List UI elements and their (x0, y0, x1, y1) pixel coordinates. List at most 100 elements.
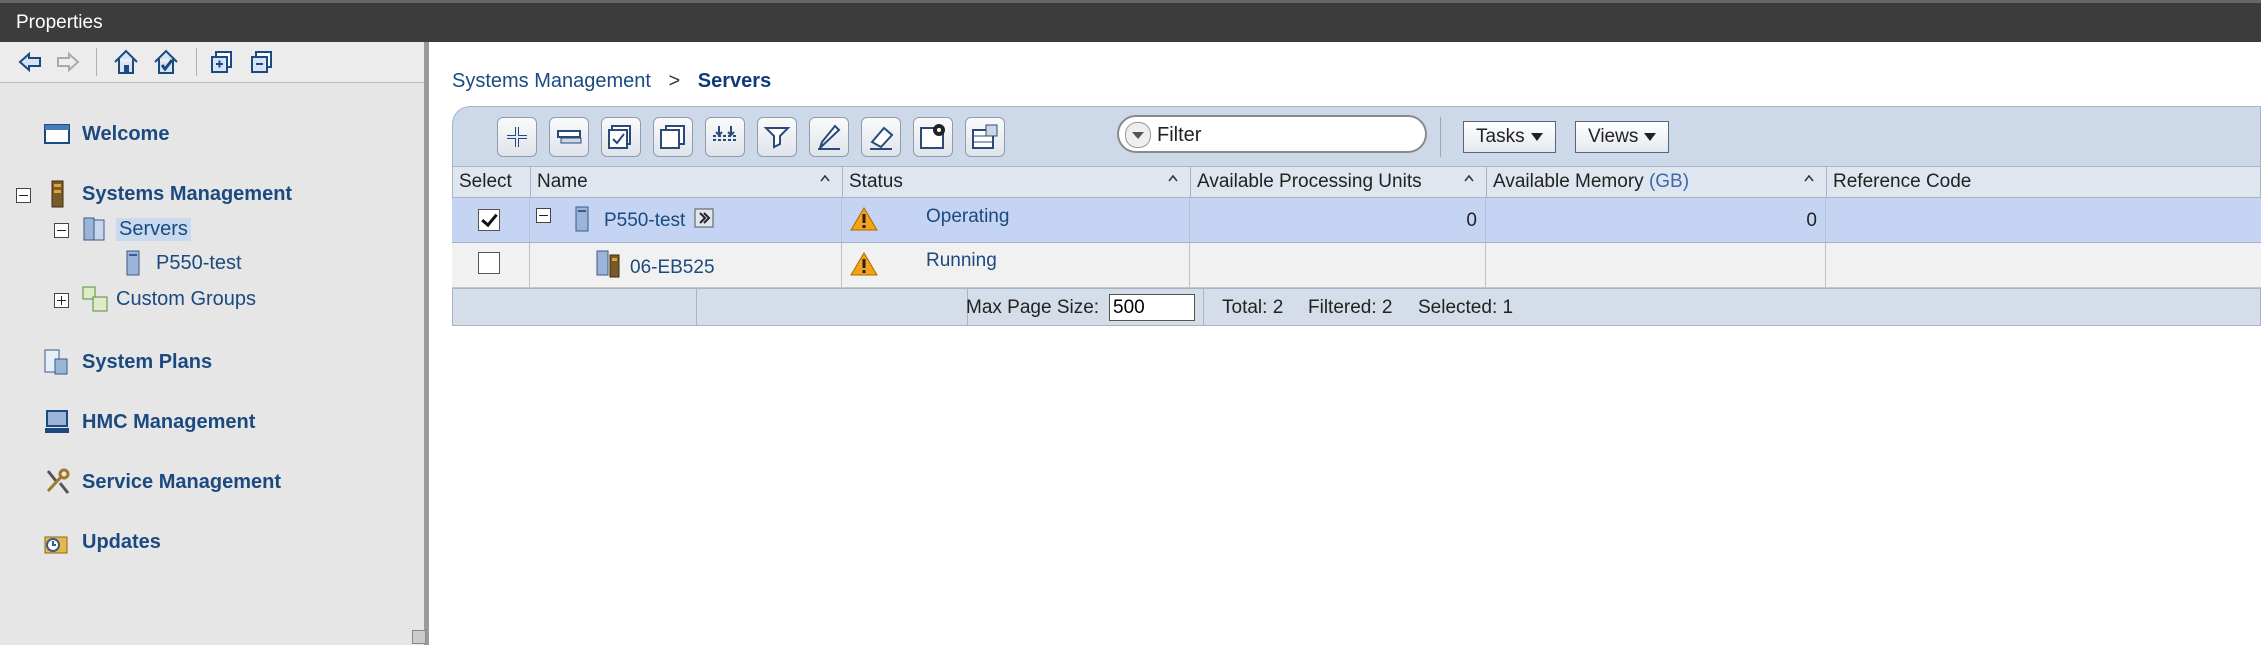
expand-all-icon[interactable] (208, 48, 236, 76)
filtered-count: Filtered: 2 (1308, 297, 1393, 318)
sort-ascending-icon[interactable] (1804, 173, 1814, 183)
column-label: Reference Code (1833, 171, 1972, 192)
nav-item-label: Service Management (82, 470, 281, 493)
sort-ascending-icon[interactable] (820, 173, 830, 183)
nav-item-hmc-management[interactable]: HMC Management (42, 407, 255, 437)
name-cell: 06-EB525 (530, 243, 842, 287)
nav-item-label: Updates (82, 530, 161, 553)
clear-eraser-icon[interactable] (861, 117, 901, 157)
row-select-checkbox[interactable] (478, 252, 500, 274)
sort-ascending-icon[interactable] (1464, 173, 1474, 183)
table-row[interactable]: P550-test Operating 0 0 (452, 198, 2261, 243)
edit-row-icon[interactable] (549, 117, 589, 157)
back-arrow-icon[interactable] (16, 48, 44, 76)
views-menu-button[interactable]: Views (1575, 121, 1670, 153)
status-link[interactable]: Running (926, 250, 997, 272)
breadcrumb-current: Servers (697, 70, 772, 92)
reference-code-cell (1826, 243, 2261, 287)
configure-gear-icon[interactable] (913, 117, 953, 157)
forward-arrow-icon[interactable] (54, 48, 82, 76)
nav-toolbar (0, 42, 424, 83)
custom-groups-icon (82, 286, 108, 312)
column-header-name[interactable]: Name (531, 167, 843, 197)
filter-options-icon[interactable] (1125, 122, 1151, 148)
column-label: Available Processing Units (1197, 171, 1422, 192)
servers-icon (83, 217, 105, 241)
available-memory-cell: 0 (1486, 198, 1826, 242)
main-content: Systems Management > Servers Filter Task… (434, 42, 2261, 645)
context-menu-icon[interactable] (694, 208, 714, 228)
toolbar-separator (1440, 117, 1441, 157)
table-header: Select Name Status Available Processing … (452, 166, 2261, 198)
deselect-all-icon[interactable] (653, 117, 693, 157)
table-row[interactable]: 06-EB525 Running (452, 243, 2261, 288)
table-settings-icon[interactable] (965, 117, 1005, 157)
column-header-reference-code[interactable]: Reference Code (1827, 167, 2261, 197)
nav-item-updates[interactable]: Updates (42, 527, 161, 557)
column-label: Select (459, 171, 512, 192)
column-label: Status (849, 171, 903, 192)
name-cell: P550-test (530, 198, 842, 242)
window-titlebar: Properties (0, 0, 2261, 42)
sort-ascending-icon[interactable] (1168, 173, 1178, 183)
select-all-icon[interactable] (601, 117, 641, 157)
filter-rows-icon[interactable] (757, 117, 797, 157)
server-icon (575, 206, 589, 232)
expand-rows-icon[interactable] (705, 117, 745, 157)
column-header-available-processing-units[interactable]: Available Processing Units (1191, 167, 1487, 197)
nav-item-p550-test[interactable]: P550-test (118, 248, 242, 278)
selected-count: Selected: 1 (1418, 297, 1514, 318)
collapse-all-icon[interactable] (248, 48, 276, 76)
nav-item-label: System Plans (82, 350, 213, 373)
home-icon[interactable] (112, 48, 140, 76)
row-select-checkbox[interactable] (478, 209, 500, 231)
partition-icon (596, 250, 620, 278)
welcome-icon (44, 124, 70, 144)
expand-toggle-icon[interactable] (54, 293, 69, 308)
nav-item-servers[interactable]: Servers (80, 214, 191, 244)
chevron-down-icon (1644, 133, 1657, 141)
column-label: Name (537, 171, 588, 192)
column-header-select[interactable]: Select (453, 167, 531, 197)
breadcrumb: Systems Management > Servers (452, 70, 771, 93)
toolbar-separator (196, 48, 197, 76)
nav-item-welcome[interactable]: Welcome (42, 119, 169, 149)
edit-pencil-icon[interactable] (809, 117, 849, 157)
tasks-menu-button[interactable]: Tasks (1463, 121, 1556, 153)
partition-name-link[interactable]: 06-EB525 (630, 257, 715, 279)
processing-units-value: 0 (1466, 210, 1477, 231)
column-label: Available Memory (1493, 171, 1644, 192)
status-link[interactable]: Operating (926, 206, 1009, 228)
available-processing-units-cell (1190, 243, 1486, 287)
resize-grip[interactable] (412, 630, 426, 644)
memory-value: 0 (1806, 210, 1817, 231)
collapse-toggle-icon[interactable] (54, 223, 69, 238)
nav-item-systems-management[interactable]: Systems Management (42, 179, 292, 209)
breadcrumb-separator: > (668, 70, 681, 92)
reference-code-cell (1826, 198, 2261, 242)
status-cell: Operating (842, 198, 1190, 242)
available-memory-cell (1486, 243, 1826, 287)
views-label: Views (1588, 126, 1639, 147)
home-check-icon[interactable] (152, 48, 180, 76)
collapse-toggle-icon[interactable] (16, 188, 31, 203)
server-name-link[interactable]: P550-test (604, 210, 685, 232)
warning-icon (850, 252, 878, 276)
column-header-status[interactable]: Status (843, 167, 1191, 197)
filter-input[interactable]: Filter (1117, 115, 1427, 153)
warning-icon (850, 207, 878, 231)
nav-item-label: Welcome (82, 122, 170, 145)
toolbar-separator (96, 48, 97, 76)
nav-item-label: Systems Management (82, 182, 293, 205)
nav-item-service-management[interactable]: Service Management (42, 467, 281, 497)
collapse-toggle-icon[interactable] (536, 208, 551, 223)
hmc-console-icon (45, 410, 69, 433)
column-header-available-memory[interactable]: Available Memory (GB) (1487, 167, 1827, 197)
updates-icon (44, 536, 68, 554)
nav-item-system-plans[interactable]: System Plans (42, 347, 212, 377)
select-cell (452, 198, 530, 242)
table-footer: Max Page Size: Total: 2 Filtered: 2 Sele… (452, 288, 2261, 326)
add-icon[interactable] (497, 117, 537, 157)
nav-item-custom-groups[interactable]: Custom Groups (80, 284, 256, 314)
breadcrumb-systems-management[interactable]: Systems Management (452, 70, 651, 92)
